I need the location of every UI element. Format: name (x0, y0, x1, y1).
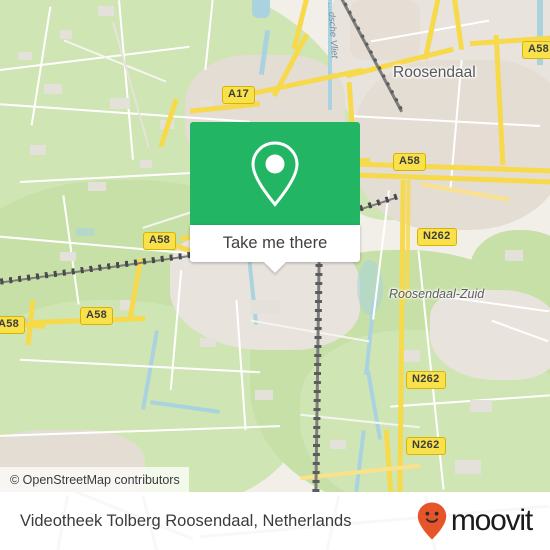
footer-bar: Videotheek Tolberg Roosendaal, Netherlan… (0, 492, 550, 550)
road-shield-a58[interactable]: A58 (80, 307, 114, 325)
osm-attribution[interactable]: © OpenStreetMap contributors (0, 467, 189, 492)
card-pointer-tail (264, 262, 286, 273)
card-icon-area (190, 122, 360, 225)
place-callout-card[interactable]: Take me there (190, 122, 360, 273)
road-shield-a17[interactable]: A17 (222, 86, 256, 104)
road-shield-n262[interactable]: N262 (417, 228, 457, 246)
moovit-wordmark: moovit (450, 504, 533, 537)
moovit-logo[interactable]: moovit (416, 501, 533, 541)
map-pin-icon (251, 140, 299, 207)
moovit-place-map-screenshot: Roosendaal Roosendaal-Zuid …dsche Vliet … (0, 0, 550, 550)
road-shield-a58[interactable]: A58 (393, 153, 427, 171)
moovit-smiley-pin-icon (417, 502, 447, 540)
road-shield-a58[interactable]: A58 (522, 41, 550, 59)
road-shield-a58[interactable]: A58 (143, 232, 177, 250)
road-shield-n262[interactable]: N262 (406, 371, 446, 389)
take-me-there-button[interactable]: Take me there (190, 225, 360, 262)
place-title: Videotheek Tolberg Roosendaal, Netherlan… (20, 511, 352, 530)
take-me-there-label: Take me there (222, 234, 328, 252)
road-shield-a58[interactable]: A58 (0, 316, 26, 334)
map-canvas[interactable]: Roosendaal Roosendaal-Zuid …dsche Vliet … (0, 0, 550, 492)
road-shield-n262[interactable]: N262 (406, 437, 446, 455)
osm-attribution-text: © OpenStreetMap contributors (10, 472, 180, 487)
